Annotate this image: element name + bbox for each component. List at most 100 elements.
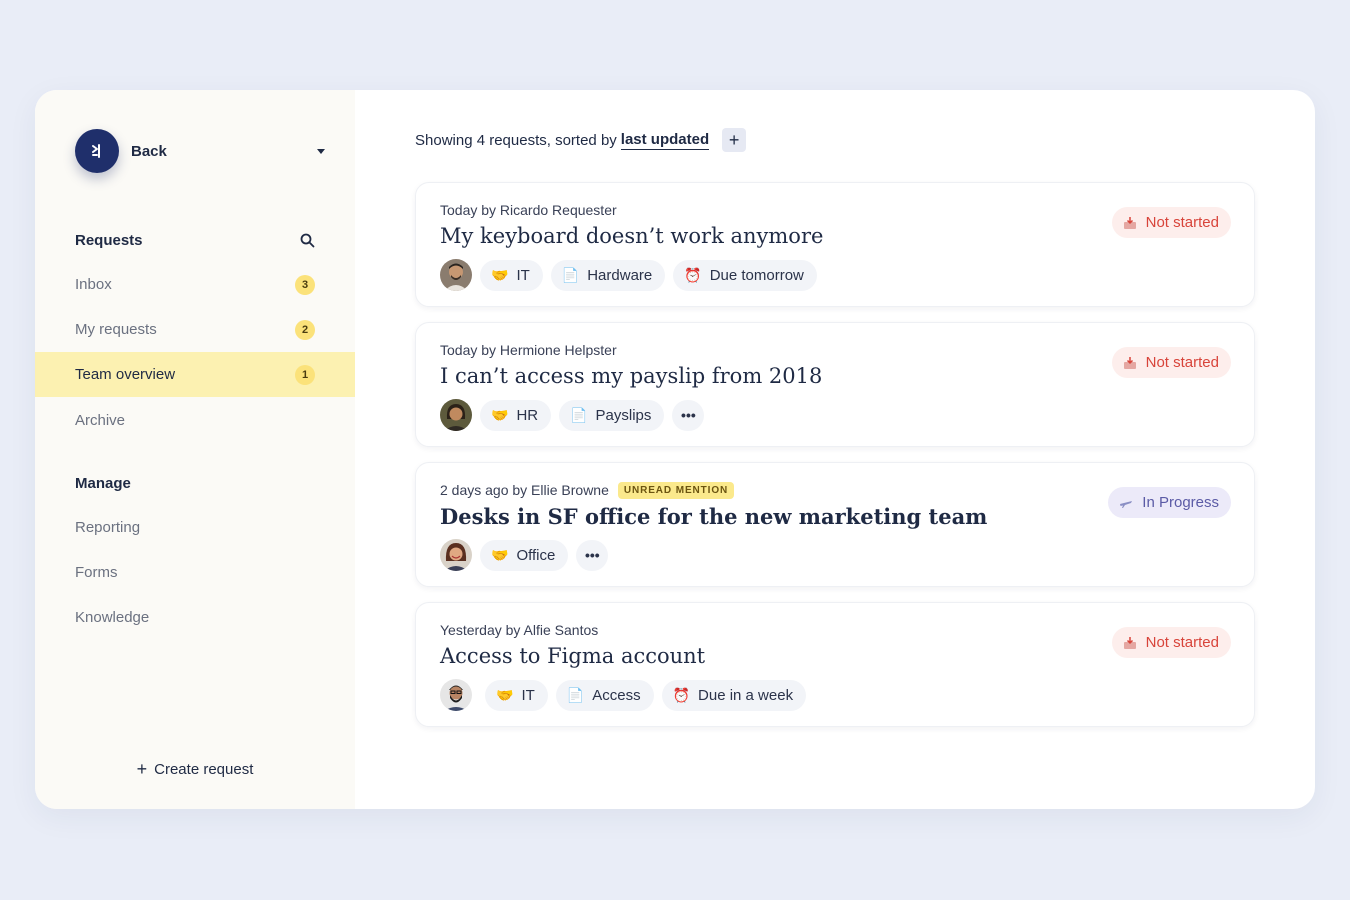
request-meta: 2 days ago by Ellie Browne UNREAD MENTIO… — [440, 481, 735, 499]
count-badge: 2 — [295, 319, 315, 340]
document-icon: 📄 — [566, 687, 585, 703]
app-window: Back Requests Inbox 3 My requests 2 Team… — [35, 90, 1315, 809]
request-meta-text: 2 days ago by Ellie Browne — [440, 482, 609, 498]
tag-due-date[interactable]: ⏰ Due tomorrow — [673, 259, 817, 291]
summary-text: Showing 4 requests, sorted by — [415, 131, 617, 149]
request-title: My keyboard doesn’t work anymore — [440, 224, 824, 248]
requests-heading: Requests — [75, 229, 315, 251]
unread-mention-badge: UNREAD MENTION — [617, 481, 735, 499]
request-meta: Today by Hermione Helpster — [440, 341, 617, 359]
request-card[interactable]: Yesterday by Alfie Santos Access to Figm… — [415, 602, 1255, 727]
handshake-icon: 🤝 — [491, 267, 509, 283]
manage-heading-label: Manage — [75, 474, 131, 492]
sidebar-item-reporting[interactable]: Reporting — [35, 505, 355, 550]
tag-team[interactable]: 🤝 IT — [485, 679, 548, 711]
status-label: In Progress — [1142, 494, 1219, 511]
sidebar: Back Requests Inbox 3 My requests 2 Team… — [35, 90, 355, 809]
request-meta: Today by Ricardo Requester — [440, 201, 617, 219]
handshake-icon: 🤝 — [496, 687, 514, 703]
add-filter-button[interactable]: + — [722, 128, 747, 152]
sidebar-item-label: Forms — [75, 564, 118, 581]
avatar — [440, 539, 472, 571]
request-title: I can’t access my payslip from 2018 — [440, 364, 823, 388]
inbox-tray-icon — [1123, 636, 1137, 650]
sidebar-item-forms[interactable]: Forms — [35, 550, 355, 595]
sidebar-item-label: Knowledge — [75, 609, 150, 626]
workspace-label: Back — [131, 142, 167, 160]
request-card[interactable]: 2 days ago by Ellie Browne UNREAD MENTIO… — [415, 462, 1255, 587]
status-label: Not started — [1145, 214, 1219, 231]
caret-down-icon[interactable] — [317, 148, 325, 154]
sidebar-item-knowledge[interactable]: Knowledge — [35, 595, 355, 640]
sidebar-item-inbox[interactable]: Inbox 3 — [35, 262, 355, 307]
handshake-icon: 🤝 — [491, 407, 509, 423]
request-meta-text: Today by Hermione Helpster — [440, 342, 617, 358]
inbox-tray-icon — [1123, 356, 1137, 370]
count-badge: 3 — [295, 274, 315, 295]
tag-row: 🤝 IT 📄 Hardware ⏰ Due tomorrow — [440, 259, 825, 291]
document-icon: 📄 — [570, 407, 588, 423]
request-meta-text: Today by Ricardo Requester — [440, 202, 617, 218]
status-badge[interactable]: Not started — [1111, 207, 1231, 238]
main-content: Showing 4 requests, sorted by last updat… — [355, 90, 1315, 809]
sidebar-item-team-overview[interactable]: Team overview 1 — [35, 352, 355, 397]
requests-heading-label: Requests — [75, 231, 143, 249]
tag-label: Hardware — [587, 266, 653, 284]
alarm-clock-icon: ⏰ — [684, 267, 702, 283]
avatar — [440, 679, 472, 711]
count-badge: 1 — [295, 364, 315, 385]
avatar — [440, 399, 472, 431]
sort-selector-link[interactable]: last updated — [620, 131, 710, 150]
tag-row: 🤝 HR 📄 Payslips ••• — [440, 399, 705, 431]
avatar — [440, 259, 472, 291]
sidebar-item-my-requests[interactable]: My requests 2 — [35, 307, 355, 352]
sidebar-item-label: Archive — [75, 412, 126, 429]
tag-label: Access — [592, 686, 641, 704]
request-meta: Yesterday by Alfie Santos — [440, 621, 598, 639]
results-summary: Showing 4 requests, sorted by last updat… — [415, 128, 747, 152]
request-card[interactable]: Today by Hermione Helpster I can’t acces… — [415, 322, 1255, 447]
handshake-icon: 🤝 — [491, 547, 509, 563]
request-title: Desks in SF office for the new marketing… — [440, 504, 988, 529]
tag-due-date[interactable]: ⏰ Due in a week — [661, 679, 807, 711]
status-badge[interactable]: In Progress — [1108, 487, 1231, 518]
sidebar-item-label: Team overview — [75, 366, 176, 383]
tag-category[interactable]: 📄 Access — [555, 679, 654, 711]
search-icon[interactable] — [300, 233, 315, 248]
tag-category[interactable]: 📄 Payslips — [559, 399, 665, 431]
status-badge[interactable]: Not started — [1111, 627, 1231, 658]
sidebar-item-label: My requests — [75, 321, 157, 338]
airplane-icon — [1119, 496, 1133, 510]
tag-label: IT — [521, 686, 535, 704]
request-card[interactable]: Today by Ricardo Requester My keyboard d… — [415, 182, 1255, 307]
more-tags-button[interactable]: ••• — [576, 539, 609, 571]
tag-label: Due in a week — [698, 686, 794, 704]
alarm-clock-icon: ⏰ — [672, 687, 691, 703]
tag-label: Payslips — [595, 406, 652, 424]
tag-team[interactable]: 🤝 Office — [480, 539, 569, 571]
workspace-switcher[interactable]: Back — [75, 129, 325, 173]
status-badge[interactable]: Not started — [1111, 347, 1231, 378]
plus-icon: + — [136, 759, 148, 779]
status-label: Not started — [1145, 354, 1219, 371]
manage-heading: Manage — [75, 472, 315, 494]
document-icon: 📄 — [561, 267, 580, 283]
tag-label: Office — [516, 546, 556, 564]
tag-row: 🤝 IT 📄 Access ⏰ Due in a week — [440, 679, 814, 711]
brand-logo-icon — [75, 129, 119, 173]
tag-label: HR — [516, 406, 539, 424]
more-tags-button[interactable]: ••• — [672, 399, 705, 431]
request-title: Access to Figma account — [440, 644, 706, 668]
create-request-button[interactable]: + Create request — [35, 758, 355, 780]
status-label: Not started — [1145, 634, 1219, 651]
request-meta-text: Yesterday by Alfie Santos — [440, 622, 599, 638]
tag-row: 🤝 Office ••• — [440, 539, 609, 571]
sidebar-item-label: Inbox — [75, 276, 112, 293]
tag-category[interactable]: 📄 Hardware — [550, 259, 666, 291]
tag-team[interactable]: 🤝 HR — [480, 399, 552, 431]
tag-label: Due tomorrow — [709, 266, 804, 284]
create-request-label: Create request — [154, 760, 254, 778]
inbox-tray-icon — [1123, 216, 1137, 230]
sidebar-item-archive[interactable]: Archive — [35, 398, 355, 443]
tag-team[interactable]: 🤝 IT — [480, 259, 543, 291]
